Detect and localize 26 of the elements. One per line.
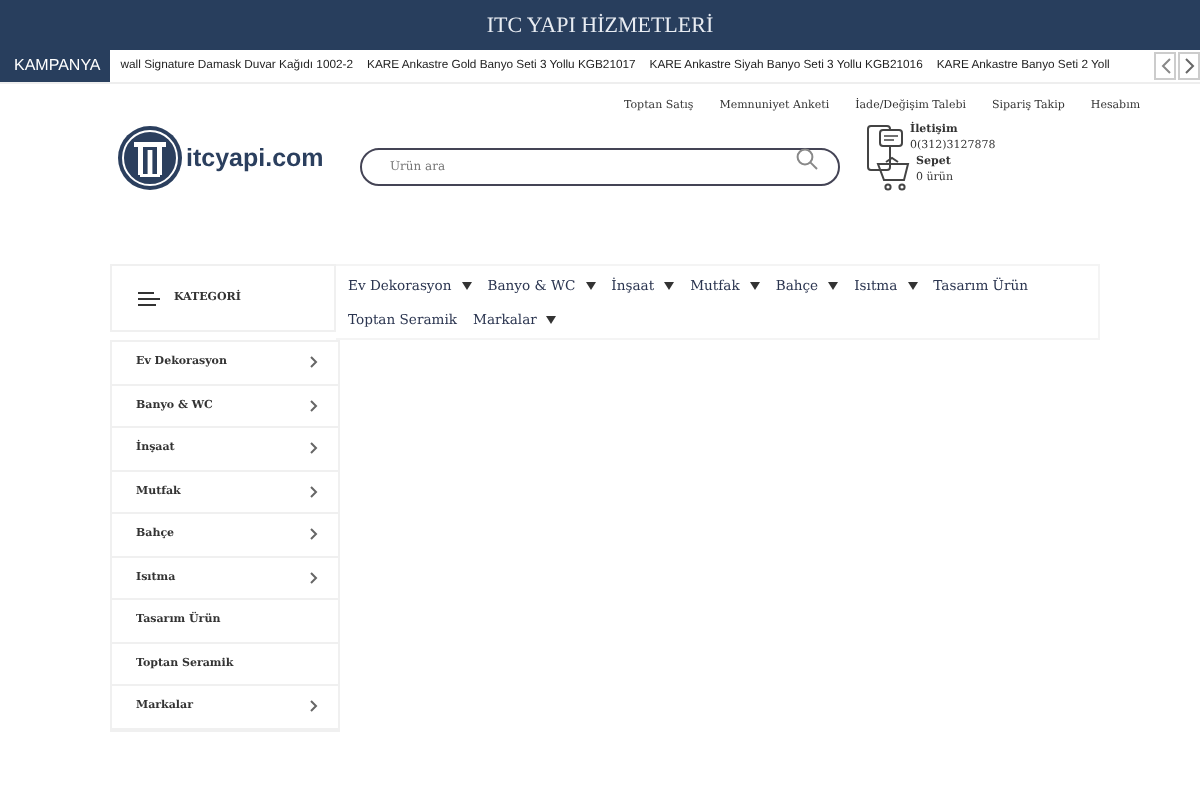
chevron-right-icon: [310, 356, 318, 369]
caret-icon: [664, 281, 675, 289]
chevron-left-icon: [1159, 58, 1171, 74]
caret-icon: [585, 281, 596, 289]
campaign-label: KAMPANYA: [0, 50, 111, 82]
logo-text: itcyapi.com: [186, 144, 324, 172]
caret-icon: [907, 281, 918, 289]
chevron-right-icon: [310, 571, 318, 584]
chevron-right-icon: [1183, 58, 1195, 74]
caret-icon: [546, 315, 557, 323]
cart-icon: [876, 156, 912, 192]
caret-icon: [749, 281, 760, 289]
next-button[interactable]: [1178, 52, 1200, 80]
chevron-right-icon: [310, 485, 318, 498]
menu-icon: [138, 291, 160, 305]
chevron-right-icon: [310, 442, 318, 455]
phone-chat-icon: [866, 124, 906, 176]
previous-button[interactable]: [1154, 52, 1176, 80]
banner-title: ITC YAPI HİZMETLERİ: [486, 13, 714, 37]
search-icon[interactable]: [796, 147, 818, 169]
chevron-right-icon: [310, 528, 318, 541]
logo-icon: [116, 124, 184, 192]
caret-icon: [828, 281, 839, 289]
chevron-right-icon: [310, 399, 318, 412]
caret-icon: [461, 281, 472, 289]
chevron-right-icon: [310, 700, 318, 713]
